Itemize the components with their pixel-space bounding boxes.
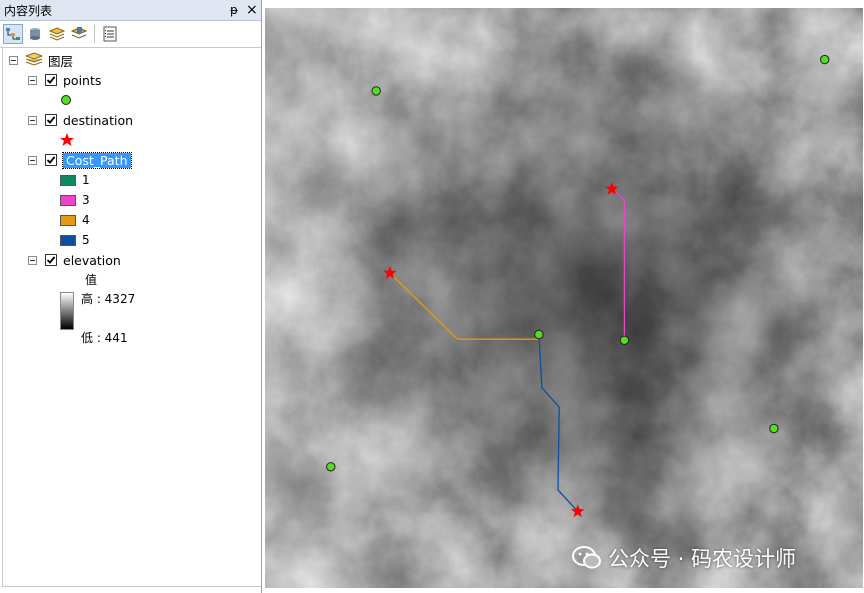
legend-class-5[interactable]: 5 [60, 231, 90, 249]
toc-toolbar [0, 21, 261, 48]
list-by-drawing-order-icon[interactable] [3, 24, 23, 44]
class-label: 3 [82, 193, 90, 207]
wechat-icon [572, 546, 601, 569]
close-icon[interactable]: × [246, 2, 258, 18]
layer-points[interactable]: points [28, 71, 101, 89]
points-visibility-checkbox[interactable] [45, 74, 57, 86]
watermark: 公众号 · 码农设计师 [572, 540, 796, 576]
map-canvas[interactable] [265, 8, 863, 588]
layer-label: destination [63, 112, 134, 128]
layer-label-selected[interactable]: Cost_Path [62, 151, 132, 169]
layer-destination[interactable]: destination [28, 111, 133, 129]
points-symbol[interactable] [60, 91, 72, 109]
elevation-low-label: 低 : 441 [81, 330, 128, 345]
watermark-text: 公众号 · 码农设计师 [608, 547, 797, 571]
pin-icon[interactable]: ᵽ [230, 2, 238, 18]
terrain-valley-shade [265, 8, 863, 588]
elevation-color-ramp[interactable] [60, 292, 74, 330]
layer-tree: 图层 points destination Cost_Path 1 3 4 5 … [2, 48, 261, 587]
layer-label: elevation [63, 252, 121, 268]
options-icon[interactable] [100, 24, 120, 44]
legend-class-1[interactable]: 1 [60, 171, 90, 189]
layer-cost-path[interactable]: Cost_Path [28, 151, 132, 169]
class-swatch [60, 234, 76, 246]
layers-icon [25, 52, 43, 68]
toolbar-separator [94, 25, 95, 43]
collapse-toggle[interactable] [9, 55, 18, 65]
layer-label: points [63, 72, 102, 88]
toc-title: 内容列表 [4, 3, 53, 18]
green-point-icon [61, 95, 71, 105]
cost-path-visibility-checkbox[interactable] [45, 154, 57, 166]
legend-class-4[interactable]: 4 [60, 211, 90, 229]
collapse-toggle[interactable] [28, 155, 37, 165]
map-view[interactable] [265, 8, 863, 588]
source-point-marker [371, 86, 381, 96]
class-label: 4 [82, 213, 90, 227]
list-by-source-icon[interactable] [25, 24, 45, 44]
source-point-marker [820, 54, 830, 65]
source-point-marker [534, 329, 544, 340]
red-star-icon [60, 133, 74, 146]
tree-root: 图层 [9, 51, 73, 69]
legend-class-3[interactable]: 3 [60, 191, 90, 209]
class-swatch [60, 214, 76, 226]
collapse-toggle[interactable] [28, 115, 37, 125]
source-point-marker [769, 423, 779, 434]
class-label: 5 [82, 233, 90, 247]
layer-elevation[interactable]: elevation [28, 251, 121, 269]
collapse-toggle[interactable] [28, 255, 37, 265]
elevation-value-heading: 值 [85, 272, 98, 287]
root-label: 图层 [48, 53, 74, 69]
list-by-selection-icon[interactable] [69, 24, 89, 44]
destination-symbol[interactable] [59, 131, 75, 149]
source-point-marker [326, 462, 336, 472]
class-swatch [60, 194, 76, 206]
class-label: 1 [82, 173, 90, 187]
collapse-toggle[interactable] [28, 75, 37, 85]
elevation-high-label: 高 : 4327 [81, 291, 136, 306]
elevation-visibility-checkbox[interactable] [45, 254, 57, 266]
list-by-visibility-icon[interactable] [47, 24, 67, 44]
table-of-contents-panel: 内容列表 ᵽ × 图层 points destination Cost_Path… [0, 0, 262, 593]
toc-title-bar: 内容列表 ᵽ × [0, 0, 261, 21]
destination-visibility-checkbox[interactable] [45, 114, 57, 126]
source-point-marker [619, 335, 630, 345]
class-swatch [60, 174, 76, 186]
